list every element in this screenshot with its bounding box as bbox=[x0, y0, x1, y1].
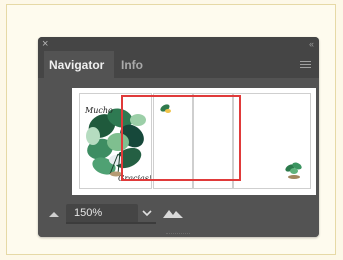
close-icon[interactable]: × bbox=[42, 37, 48, 51]
tab-navigator[interactable]: Navigator bbox=[44, 51, 114, 78]
zoom-in-icon[interactable] bbox=[163, 208, 183, 218]
panel-title-bar[interactable]: × ‹‹ bbox=[38, 37, 319, 51]
zoom-field-underline bbox=[66, 222, 156, 224]
panel-menu-icon[interactable] bbox=[300, 61, 311, 69]
tab-info[interactable]: Info bbox=[116, 51, 152, 78]
navigator-panel: × ‹‹ Navigator Info Mucho Gracias! 150% bbox=[38, 37, 319, 237]
card-text-top: Mucho bbox=[85, 106, 113, 115]
zoom-level-field[interactable]: 150% bbox=[66, 204, 138, 223]
resize-grip[interactable] bbox=[166, 233, 190, 236]
navigator-toolbar: 150% bbox=[38, 198, 319, 237]
zoom-out-icon[interactable] bbox=[49, 212, 59, 217]
view-area-rectangle[interactable] bbox=[121, 95, 241, 181]
artboard-4 bbox=[233, 93, 311, 189]
collapse-panel-icon[interactable]: ‹‹ bbox=[309, 37, 314, 51]
plant-pot-icon bbox=[285, 162, 302, 179]
chevron-down-icon[interactable] bbox=[140, 206, 154, 220]
panel-tab-bar: Navigator Info bbox=[38, 51, 319, 78]
